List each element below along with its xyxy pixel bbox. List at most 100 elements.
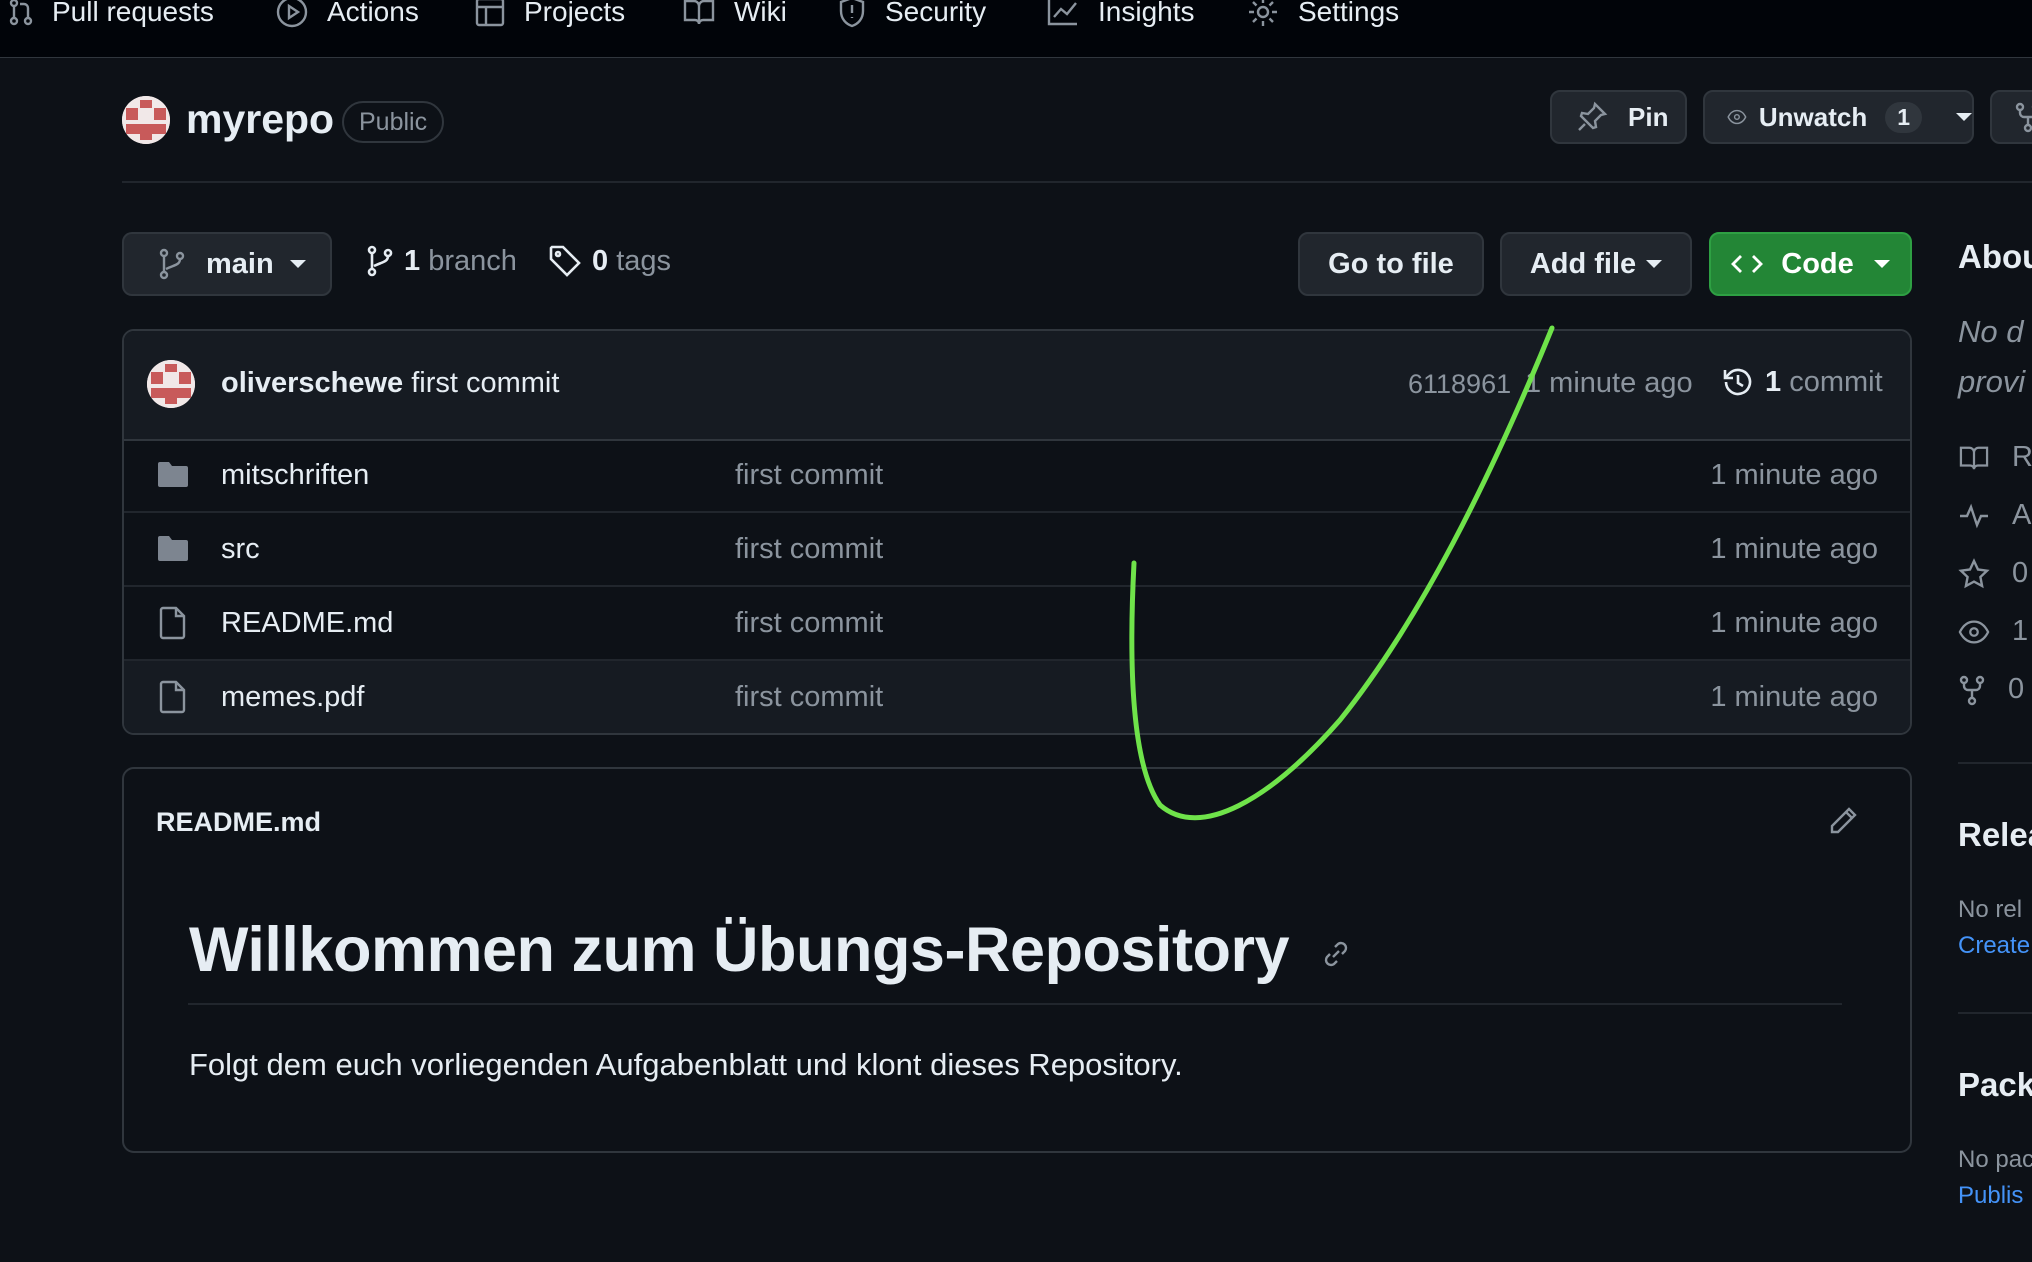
repo-owner-avatar[interactable] bbox=[122, 96, 170, 144]
code-label: Code bbox=[1781, 247, 1854, 280]
create-release-link[interactable]: Create bbox=[1958, 932, 2030, 960]
link-icon[interactable] bbox=[1320, 938, 1352, 970]
tag-word: tags bbox=[616, 244, 672, 277]
star-icon bbox=[1958, 557, 1990, 588]
nav-projects[interactable]: Projects bbox=[474, 0, 625, 30]
file-row[interactable]: mitschriften first commit 1 minute ago bbox=[124, 439, 1910, 513]
sidebar-stat-text: 0 bbox=[2008, 673, 2025, 705]
identicon-icon bbox=[122, 96, 170, 144]
git-branch-icon bbox=[367, 245, 393, 277]
about-description-line-2: provi bbox=[1958, 364, 2026, 399]
publish-package-link[interactable]: Publis bbox=[1958, 1182, 2023, 1210]
sidebar-stat-text: 0 bbox=[2012, 557, 2029, 589]
commit-age: 1 minute ago bbox=[1525, 367, 1693, 399]
sidebar-stat-text: R bbox=[2012, 441, 2032, 473]
about-heading: Abou bbox=[1958, 238, 2032, 275]
file-commit-message-link[interactable]: first commit bbox=[735, 533, 883, 566]
sidebar-divider bbox=[1958, 1012, 2032, 1014]
chevron-down-icon bbox=[1873, 260, 1890, 268]
chevron-down-icon bbox=[1646, 260, 1663, 268]
nav-actions[interactable]: Actions bbox=[275, 0, 419, 30]
sidebar-forks-link[interactable]: 0 bbox=[1958, 673, 2024, 706]
visibility-badge: Public bbox=[342, 101, 445, 143]
file-name-link[interactable]: memes.pdf bbox=[221, 681, 364, 714]
file-row[interactable]: src first commit 1 minute ago bbox=[124, 513, 1910, 587]
go-to-file-button[interactable]: Go to file bbox=[1298, 232, 1484, 296]
unwatch-button[interactable]: Unwatch 1 bbox=[1703, 90, 1974, 144]
repo-name-link[interactable]: myrepo bbox=[186, 96, 334, 143]
folder-icon bbox=[158, 462, 188, 487]
sidebar-stars-link[interactable]: 0 bbox=[1958, 557, 2028, 590]
branch-select-button[interactable]: main bbox=[122, 232, 332, 296]
commit-message-link[interactable]: first commit bbox=[411, 367, 559, 399]
nav-wiki[interactable]: Wiki bbox=[682, 0, 787, 30]
pull-request-icon bbox=[9, 0, 33, 26]
nav-settings[interactable]: Settings bbox=[1246, 0, 1399, 30]
nav-item-label: Actions bbox=[327, 0, 419, 27]
shield-icon bbox=[839, 0, 865, 28]
releases-empty-text: No rel bbox=[1958, 896, 2023, 923]
pencil-icon[interactable] bbox=[1827, 805, 1859, 837]
file-name-link[interactable]: mitschriften bbox=[221, 459, 369, 492]
nav-pull-requests[interactable]: Pull requests bbox=[8, 0, 214, 30]
chevron-down-icon bbox=[289, 260, 306, 268]
pin-button[interactable]: Pin bbox=[1550, 90, 1687, 144]
code-button[interactable]: Code bbox=[1709, 232, 1912, 296]
branches-link[interactable]: 1 branch bbox=[366, 244, 517, 278]
git-branch-icon bbox=[159, 248, 185, 280]
sidebar-watchers-link[interactable]: 1 bbox=[1958, 615, 2028, 648]
releases-heading[interactable]: Relea bbox=[1958, 816, 2032, 854]
pulse-icon bbox=[1960, 503, 1988, 528]
header-divider bbox=[122, 181, 2032, 183]
readme-filename: README.md bbox=[156, 807, 322, 837]
file-commit-message-link[interactable]: first commit bbox=[735, 681, 883, 714]
packages-heading[interactable]: Pack bbox=[1958, 1066, 2032, 1104]
fork-button[interactable] bbox=[1990, 90, 2032, 144]
code-icon bbox=[1731, 255, 1764, 273]
file-row[interactable]: README.md first commit 1 minute ago bbox=[124, 587, 1910, 661]
file-commit-message-link[interactable]: first commit bbox=[735, 459, 883, 492]
eye-icon bbox=[1958, 620, 1990, 643]
nav-security[interactable]: Security bbox=[837, 0, 986, 30]
commit-word: commit bbox=[1789, 365, 1883, 398]
file-row[interactable]: memes.pdf first commit 1 minute ago bbox=[124, 661, 1910, 733]
readme-box: README.md Willkommen zum Übungs-Reposito… bbox=[122, 767, 1912, 1153]
file-age: 1 minute ago bbox=[1710, 607, 1878, 639]
add-file-button[interactable]: Add file bbox=[1500, 232, 1692, 296]
commit-author-link[interactable]: oliverschewe bbox=[221, 367, 403, 399]
sidebar-stat-text: A bbox=[2012, 499, 2032, 531]
branch-word: branch bbox=[428, 244, 517, 277]
nav-item-label: Settings bbox=[1298, 0, 1400, 27]
file-icon bbox=[159, 606, 186, 640]
fork-icon bbox=[1959, 675, 1985, 705]
file-age: 1 minute ago bbox=[1710, 533, 1878, 565]
readme-heading-text: Willkommen zum Übungs-Repository bbox=[189, 915, 1290, 985]
file-commit-message-link[interactable]: first commit bbox=[735, 607, 883, 640]
heading-divider bbox=[188, 1003, 1842, 1005]
chevron-down-icon bbox=[1956, 113, 1972, 121]
file-name-link[interactable]: src bbox=[221, 533, 260, 566]
unwatch-label: Unwatch bbox=[1758, 101, 1868, 132]
commit-author-avatar[interactable] bbox=[147, 360, 195, 408]
sidebar-divider bbox=[1958, 762, 2032, 764]
sidebar-activity-link[interactable]: A bbox=[1958, 499, 2031, 532]
nav-item-label: Pull requests bbox=[52, 0, 214, 27]
commit-history-link[interactable]: 1 commit bbox=[1721, 365, 1883, 399]
play-icon bbox=[276, 0, 308, 28]
commit-sha-link[interactable]: 6118961 bbox=[1408, 369, 1511, 400]
nav-item-label: Projects bbox=[524, 0, 626, 27]
file-name-link[interactable]: README.md bbox=[221, 607, 393, 640]
nav-item-label: Security bbox=[885, 0, 987, 27]
nav-item-label: Wiki bbox=[734, 0, 787, 27]
commit-count: 1 bbox=[1765, 365, 1782, 398]
nav-insights[interactable]: Insights bbox=[1046, 0, 1195, 30]
file-icon bbox=[159, 680, 186, 714]
gear-icon bbox=[1249, 0, 1277, 26]
file-list: oliverschewe first commit 6118961 1 minu… bbox=[122, 329, 1912, 735]
tags-link[interactable]: 0 tags bbox=[548, 244, 671, 278]
sidebar-readme-link[interactable]: R bbox=[1958, 441, 2032, 474]
readme-paragraph: Folgt dem euch vorliegenden Aufgabenblat… bbox=[189, 1047, 1183, 1082]
about-description-line-1: No d bbox=[1958, 314, 2024, 349]
book-icon bbox=[1959, 446, 1989, 469]
fork-icon bbox=[2015, 102, 2032, 133]
